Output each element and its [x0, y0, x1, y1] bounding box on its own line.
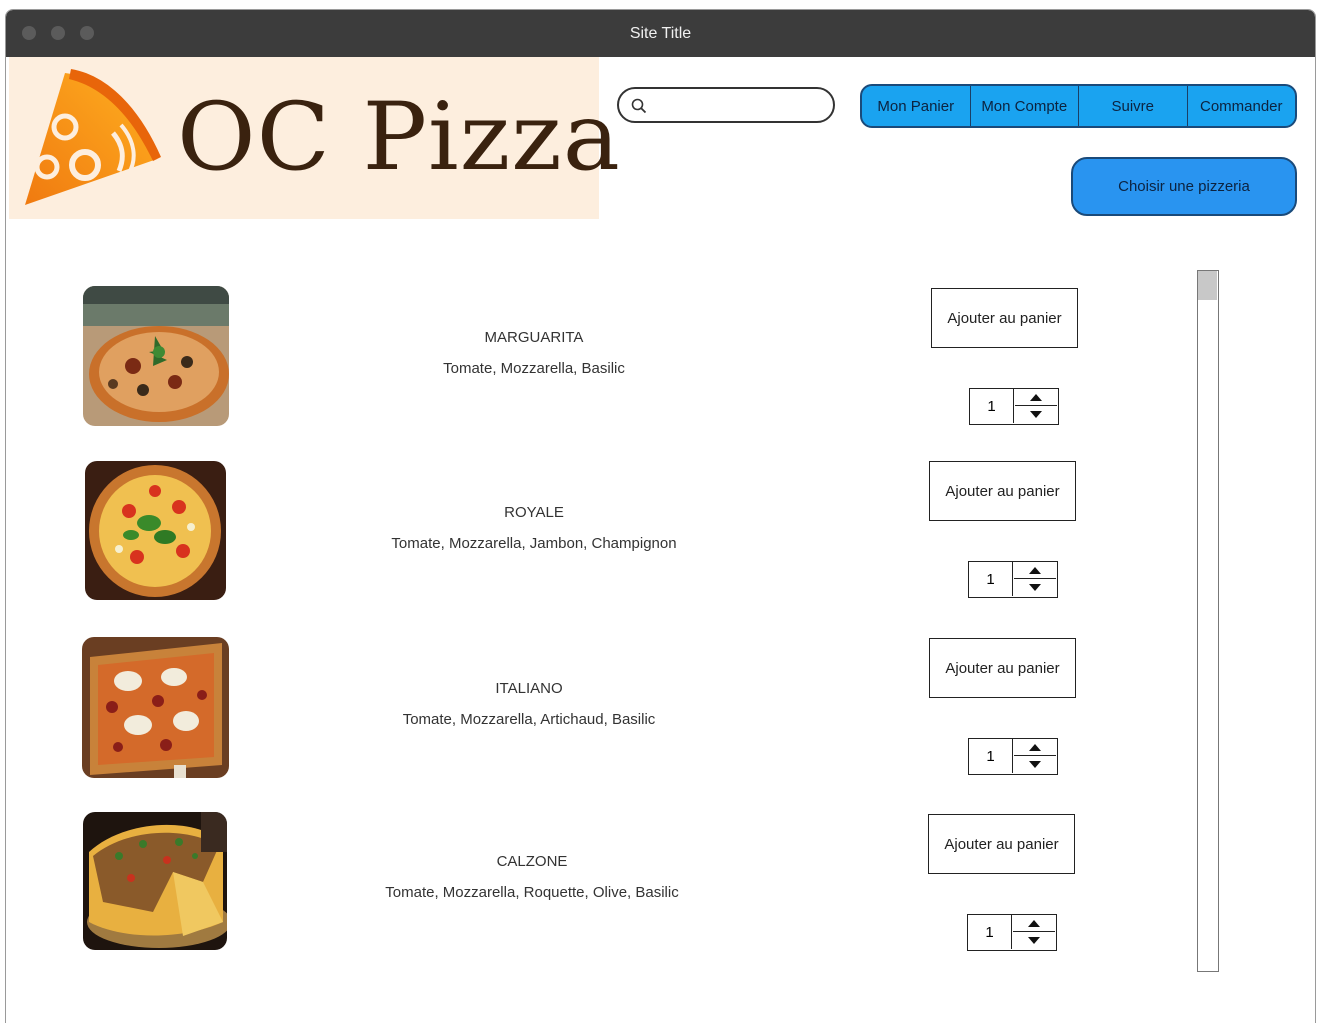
pizza-slice-logo-icon: [25, 69, 161, 205]
pizza-ingredients: Tomate, Mozzarella, Artichaud, Basilic: [402, 711, 656, 728]
logo-text: OC Pizza: [177, 83, 621, 192]
add-to-cart-button[interactable]: Ajouter au panier: [928, 814, 1075, 874]
quantity-stepper[interactable]: 1: [968, 561, 1058, 598]
quantity-stepper[interactable]: 1: [967, 914, 1057, 951]
increment-button[interactable]: [1015, 389, 1057, 406]
pizza-row: ROYALE Tomate, Mozzarella, Jambon, Champ…: [6, 461, 1206, 611]
caret-down-icon: [1029, 761, 1041, 768]
stepper-buttons: [1015, 389, 1057, 423]
decrement-button[interactable]: [1014, 579, 1056, 596]
pizza-row: CALZONE Tomate, Mozzarella, Roquette, Ol…: [6, 812, 1206, 962]
caret-up-icon: [1030, 393, 1042, 401]
caret-down-icon: [1028, 937, 1040, 944]
search-icon: [631, 98, 647, 114]
pizza-info: CALZONE Tomate, Mozzarella, Roquette, Ol…: [322, 852, 742, 903]
quantity-value[interactable]: 1: [969, 739, 1013, 773]
add-to-cart-button[interactable]: Ajouter au panier: [929, 638, 1076, 698]
nav-mon-panier-button[interactable]: Mon Panier: [862, 86, 971, 126]
pizza-info: MARGUARITA Tomate, Mozzarella, Basilic: [324, 328, 744, 379]
decrement-button[interactable]: [1015, 406, 1057, 423]
pizza-row: MARGUARITA Tomate, Mozzarella, Basilic A…: [6, 286, 1206, 436]
nav-commander-button[interactable]: Commander: [1188, 86, 1296, 126]
pizza-ingredients: Tomate, Mozzarella, Basilic: [443, 360, 625, 377]
caret-up-icon: [1029, 743, 1041, 751]
add-to-cart-button[interactable]: Ajouter au panier: [929, 461, 1076, 521]
choose-pizzeria-button[interactable]: Choisir une pizzeria: [1071, 157, 1297, 216]
pizza-name: ITALIANO: [495, 680, 563, 697]
quantity-value[interactable]: 1: [968, 915, 1012, 949]
caret-up-icon: [1029, 566, 1041, 574]
decrement-button[interactable]: [1013, 932, 1055, 949]
increment-button[interactable]: [1014, 739, 1056, 756]
pizza-ingredients: Tomate, Mozzarella, Roquette, Olive, Bas…: [385, 884, 679, 901]
main-nav: Mon Panier Mon Compte Suivre Commander: [860, 84, 1297, 128]
quantity-value[interactable]: 1: [970, 389, 1014, 423]
vertical-scrollbar[interactable]: [1197, 270, 1219, 972]
nav-suivre-button[interactable]: Suivre: [1079, 86, 1188, 126]
caret-up-icon: [1028, 919, 1040, 927]
pizza-row: ITALIANO Tomate, Mozzarella, Artichaud, …: [6, 637, 1206, 787]
nav-mon-compte-button[interactable]: Mon Compte: [971, 86, 1079, 126]
title-bar: Site Title: [6, 10, 1315, 57]
stepper-buttons: [1013, 915, 1055, 949]
search-input[interactable]: [653, 93, 825, 117]
stepper-buttons: [1014, 562, 1056, 596]
add-to-cart-button[interactable]: Ajouter au panier: [931, 288, 1078, 348]
pizza-name: MARGUARITA: [484, 329, 584, 346]
pizza-info: ITALIANO Tomate, Mozzarella, Artichaud, …: [319, 679, 739, 730]
pizza-name: CALZONE: [496, 853, 568, 870]
increment-button[interactable]: [1013, 915, 1055, 932]
scrollbar-thumb[interactable]: [1198, 271, 1217, 300]
caret-down-icon: [1030, 411, 1042, 418]
search-box[interactable]: [617, 87, 835, 123]
quantity-value[interactable]: 1: [969, 562, 1013, 596]
increment-button[interactable]: [1014, 562, 1056, 579]
quantity-stepper[interactable]: 1: [968, 738, 1058, 775]
pizza-image-italiano: [82, 637, 229, 778]
quantity-stepper[interactable]: 1: [969, 388, 1059, 425]
pizza-info: ROYALE Tomate, Mozzarella, Jambon, Champ…: [324, 503, 744, 554]
caret-down-icon: [1029, 584, 1041, 591]
pizza-image-marguarita: [83, 286, 229, 426]
pizza-image-calzone: [83, 812, 227, 950]
pizza-ingredients: Tomate, Mozzarella, Jambon, Champignon: [391, 535, 677, 552]
site-logo[interactable]: OC Pizza: [9, 57, 620, 219]
pizza-name: ROYALE: [504, 504, 564, 521]
pizza-image-royale: [85, 461, 226, 600]
decrement-button[interactable]: [1014, 756, 1056, 773]
stepper-buttons: [1014, 739, 1056, 773]
window-title: Site Title: [629, 25, 692, 42]
browser-window: Site Title OC Pizza Mon Panier Mon Compt…: [5, 9, 1316, 1023]
